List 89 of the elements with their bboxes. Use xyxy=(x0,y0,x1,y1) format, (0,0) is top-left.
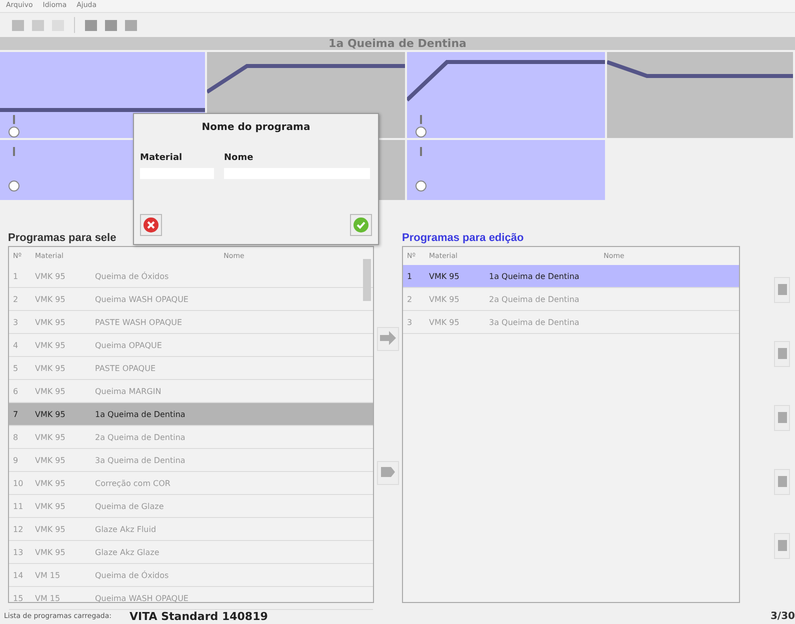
material-cell-text: VMK 95 xyxy=(35,432,66,442)
program-row[interactable]: 4 VMK 95 Queima OPAQUE xyxy=(9,334,373,357)
name-cell-text: Queima MARGIN xyxy=(95,386,162,396)
list-name: VITA Standard 140819 xyxy=(130,610,268,622)
material-cell-text: VMK 95 xyxy=(35,478,66,488)
name-cell-text: Queima OPAQUE xyxy=(95,340,163,350)
name-cell-text: PASTE WASH OPAQUE xyxy=(95,318,184,326)
material-cell-text: VMK 95 xyxy=(35,548,66,556)
clock-icon xyxy=(8,180,20,192)
material-cell-text: VMK 95 xyxy=(35,386,66,396)
dialog-title: Nome do programa xyxy=(200,122,312,133)
program-row[interactable]: 3 VMK 95 3a Queima de Dentina xyxy=(403,311,739,334)
name-cell-text: 1a Queima de Dentina xyxy=(95,410,186,418)
name-cell-text: Queima de Óxidos xyxy=(95,272,170,280)
clock-icon xyxy=(8,126,20,138)
number-cell-text: 11 xyxy=(13,502,24,510)
material-cell-text: VMK 95 xyxy=(35,364,66,372)
material-cell-text: VMK 95 xyxy=(35,318,66,326)
material-cell-text: VMK 95 xyxy=(35,294,66,304)
program-row[interactable]: 3 VMK 95 PASTE WASH OPAQUE xyxy=(9,311,373,334)
number-cell-text: 15 xyxy=(13,594,24,602)
clock-icon xyxy=(415,126,427,138)
material-cell-text: VM 15 xyxy=(35,570,62,580)
firing-stage-panel[interactable] xyxy=(407,52,605,138)
number-cell-text: 3 xyxy=(13,318,20,326)
program-count: 3/30 xyxy=(770,610,795,622)
name-cell-text: Glaze Akz Fluid xyxy=(95,524,158,534)
add-all-button[interactable] xyxy=(377,461,399,485)
number-cell-text: 4 xyxy=(13,340,20,350)
name-cell-text: PASTE OPAQUE xyxy=(95,364,156,372)
material-cell-text: VMK 95 xyxy=(35,502,66,510)
number-cell-text: 7 xyxy=(13,410,20,418)
name-cell-text: Glaze Akz Glaze xyxy=(95,548,160,556)
material-cell-text: VMK 95 xyxy=(35,272,66,280)
arrow-icon xyxy=(379,464,397,478)
field-label: Material xyxy=(140,153,184,163)
name-cell-text: 1a Queima de Dentina xyxy=(489,272,580,280)
material-cell-text: VMK 95 xyxy=(35,410,66,418)
number-cell-text: 12 xyxy=(13,524,24,534)
program-row[interactable]: 8 VMK 95 2a Queima de Dentina xyxy=(9,426,373,449)
number-cell-text: 6 xyxy=(13,386,20,396)
material-cell-text: VMK 95 xyxy=(429,318,460,326)
program-title: 1a Queima de Dentina xyxy=(0,37,795,50)
name-cell-text: Queima WASH OPAQUE xyxy=(95,294,190,304)
name-cell-text: 3a Queima de Dentina xyxy=(95,456,186,464)
number-cell-text: 8 xyxy=(13,432,20,442)
material-cell-text: VMK 95 xyxy=(35,524,66,534)
program-row[interactable]: 11 VMK 95 Queima de Glaze xyxy=(9,495,373,518)
arrow-icon xyxy=(379,330,397,344)
number-cell-text: 14 xyxy=(13,570,24,580)
name-cell-text: 2a Queima de Dentina xyxy=(489,294,580,304)
name-cell-text: Queima de Glaze xyxy=(95,502,165,510)
name-cell-text: 2a Queima de Dentina xyxy=(95,432,186,442)
number-cell-text: 1 xyxy=(13,272,20,280)
program-row[interactable]: 1 VMK 95 1a Queima de Dentina xyxy=(403,265,739,288)
program-row[interactable]: 10 VMK 95 Correção com COR xyxy=(9,472,373,495)
cancel-button[interactable] xyxy=(140,214,162,236)
number-cell-text: 3 xyxy=(407,318,414,326)
field-label: Nome xyxy=(224,153,254,163)
material-cell-text: VMK 95 xyxy=(429,272,460,280)
number-cell-text: 10 xyxy=(13,478,24,488)
number-cell-text: 2 xyxy=(13,294,20,304)
number-cell-text: 1 xyxy=(407,272,414,280)
name-cell-text: 3a Queima de Dentina xyxy=(489,318,580,326)
number-cell-text: 5 xyxy=(13,364,20,372)
add-arrow-button[interactable] xyxy=(377,327,399,351)
name-cell-text: Correção com COR xyxy=(95,478,172,488)
panel-title: Programas para sele xyxy=(8,232,116,246)
scrollbar-thumb[interactable] xyxy=(363,259,371,301)
number-cell-text: 13 xyxy=(13,548,24,556)
panel-title: Programas para edição xyxy=(402,232,524,246)
program-row[interactable]: 9 VMK 95 3a Queima de Dentina xyxy=(9,449,373,472)
number-cell-text: 9 xyxy=(13,456,20,464)
program-row[interactable]: 2 VMK 95 2a Queima de Dentina xyxy=(403,288,739,311)
program-row[interactable]: 7 VMK 95 1a Queima de Dentina xyxy=(9,403,373,426)
number-cell-text: 2 xyxy=(407,294,414,304)
material-cell-text: VMK 95 xyxy=(429,294,460,304)
program-row[interactable]: 14 VM 15 Queima de Óxidos xyxy=(9,564,373,587)
program-row[interactable]: 5 VMK 95 PASTE OPAQUE xyxy=(9,357,373,380)
clock-icon xyxy=(415,180,427,192)
material-cell-text: VM 15 xyxy=(35,594,62,602)
program-row[interactable]: 12 VMK 95 Glaze Akz Fluid xyxy=(9,518,373,541)
material-cell-text: VMK 95 xyxy=(35,340,66,350)
program-row[interactable]: 13 VMK 95 Glaze Akz Glaze xyxy=(9,541,373,564)
name-cell-text: Queima WASH OPAQUE xyxy=(95,594,190,602)
name-cell-text: Queima de Óxidos xyxy=(95,570,170,580)
confirm-button[interactable] xyxy=(350,214,372,236)
program-row[interactable]: 15 VM 15 Queima WASH OPAQUE xyxy=(9,587,373,610)
material-cell-text: VMK 95 xyxy=(35,456,66,464)
